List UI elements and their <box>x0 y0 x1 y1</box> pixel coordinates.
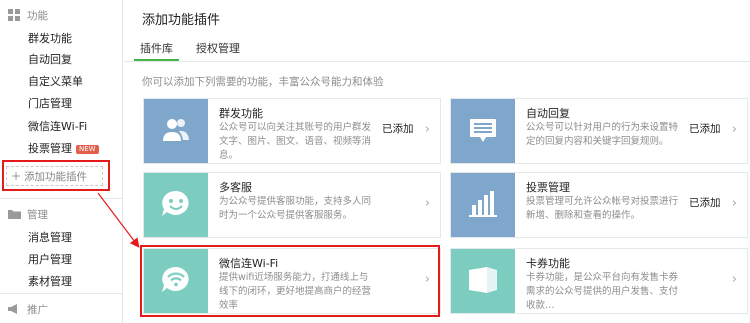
annotation-arrow <box>97 192 140 248</box>
